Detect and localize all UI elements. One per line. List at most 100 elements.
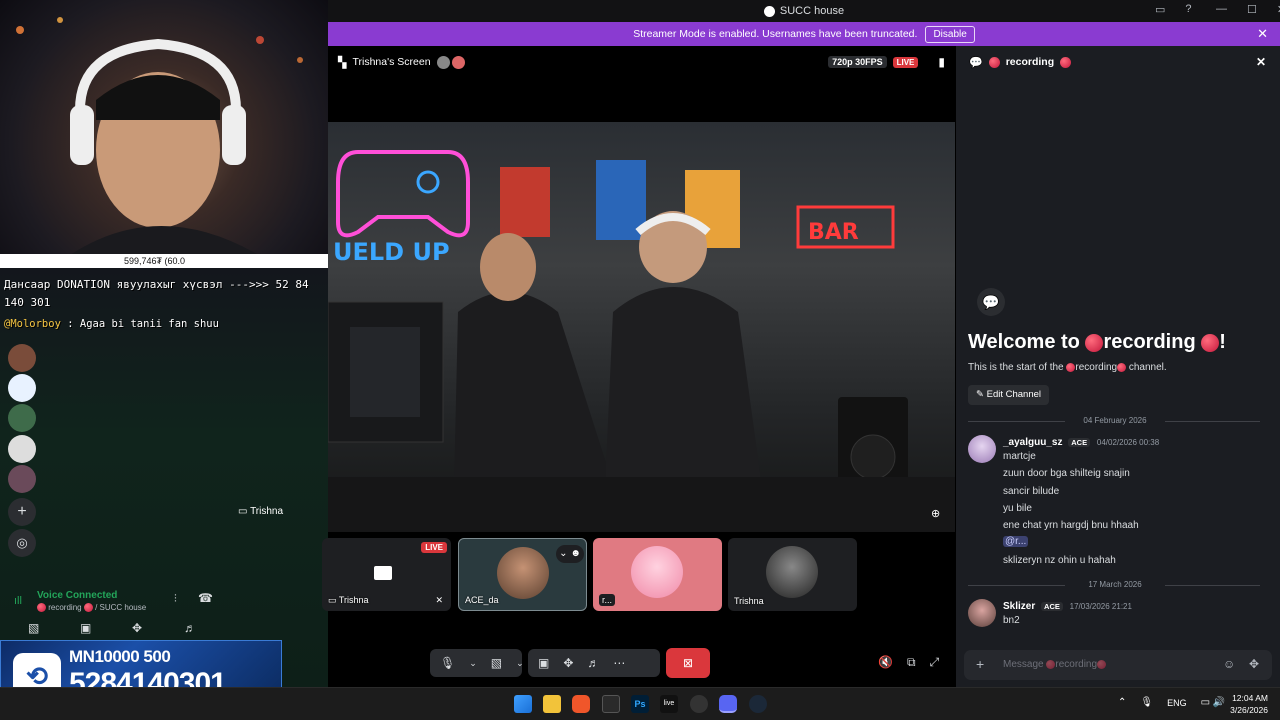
camera-off-icon[interactable]: ▧ [491, 656, 502, 670]
participant-tile-r[interactable]: r... [593, 538, 722, 611]
donation-top-text: MN10000 500 [69, 647, 171, 666]
add-server-icon[interactable]: + [8, 498, 36, 526]
network-volume-icon[interactable]: ▭ 🔊 [1201, 697, 1226, 708]
photoshop-icon[interactable]: Ps [631, 695, 649, 713]
tile-live-badge: LIVE [421, 542, 447, 553]
channel-dot-icon [1046, 659, 1056, 669]
user-avatar[interactable] [968, 599, 996, 627]
user-mention[interactable]: @r... [1003, 536, 1029, 547]
message-input[interactable]: Message recording [1003, 659, 1107, 670]
welcome-heading: Welcome to recording ! [968, 331, 1226, 354]
screen-share-icon[interactable]: ▣ [538, 656, 549, 670]
message-text: sklizeryn nz ohin u hahah [1003, 555, 1116, 566]
channel-dot-icon [988, 56, 1000, 68]
participant-avatar [497, 547, 549, 599]
activities-icon[interactable]: ✥ [563, 656, 573, 670]
welcome-suffix: ! [1219, 331, 1226, 353]
tile-options-icon[interactable]: ⌄ ☻ [556, 545, 584, 563]
participant-avatar [631, 546, 683, 598]
obs-icon[interactable] [690, 695, 708, 713]
tile-name: Trishna [734, 596, 764, 606]
windows-taskbar: Ps live ⌃ 🎙 ENG ▭ 🔊 12:04 AM 3/26/2026 [0, 687, 1280, 720]
noise-suppression-icon[interactable]: ⫶ [174, 593, 177, 606]
apps-icon[interactable]: ✥ [1249, 657, 1259, 671]
add-attachment-icon[interactable]: + [976, 656, 984, 672]
window-title: SUCC house [763, 5, 845, 17]
voice-status-text[interactable]: Voice Connected [37, 590, 117, 601]
discord-icon[interactable] [719, 695, 737, 713]
user-avatar[interactable] [968, 435, 996, 463]
message-text: ene chat yrn hargdj bnu hhaah [1003, 520, 1139, 531]
brave-browser-icon[interactable] [572, 695, 590, 713]
screen-share-tile-icon [374, 566, 392, 580]
start-icon[interactable] [514, 695, 532, 713]
participant-tile-screen[interactable]: LIVE ▭ Trishna ✕ [322, 538, 451, 611]
zoom-icon[interactable]: ⊕ [931, 507, 940, 520]
more-options-icon[interactable]: ⋯ [613, 656, 625, 670]
app-icon[interactable] [602, 695, 620, 713]
live-badge: LIVE [892, 56, 919, 68]
popout-icon[interactable]: ⧉ [907, 655, 916, 670]
voice-channel-line[interactable]: recording / SUCC house [37, 603, 146, 613]
message-text: sancir bilude [1003, 486, 1060, 497]
minimize-icon[interactable]: — [1216, 3, 1227, 16]
shared-screen-video[interactable]: UELD UP BAR ⊕ [328, 122, 955, 532]
soundboard-icon[interactable]: ♬ [184, 621, 196, 635]
message-author[interactable]: _ayalguu_sz [1003, 437, 1062, 448]
webcam-image [16, 17, 303, 262]
chat-bubble-icon: 💬 [977, 288, 1005, 316]
disconnect-icon[interactable]: ☎ [198, 591, 213, 605]
screen-share-icon[interactable]: ▣ [80, 621, 91, 635]
file-explorer-icon[interactable] [543, 695, 561, 713]
volume-mute-icon[interactable]: 🔇 [878, 655, 893, 670]
overlay-chat-user: @Molorboy [4, 318, 61, 330]
microphone-tray-icon[interactable]: 🎙 [1140, 697, 1153, 708]
participant-tile-ace[interactable]: ACE_da ⌄ ☻ [458, 538, 587, 611]
microphone-icon[interactable]: 🎙 [440, 656, 455, 670]
close-banner-icon[interactable]: ✕ [1257, 26, 1268, 42]
end-call-button[interactable]: ⊠ [666, 648, 710, 678]
close-chat-icon[interactable]: ✕ [1256, 55, 1266, 69]
participant-tile-trishna[interactable]: Trishna [728, 538, 857, 611]
activities-icon[interactable]: ✥ [132, 621, 142, 635]
alert-text: 599,746₮ (60.0 [124, 256, 186, 266]
channel-dot-icon [1085, 333, 1104, 352]
channel-dot-icon [1097, 659, 1107, 669]
bookmark-icon[interactable]: ▮ [938, 55, 945, 69]
tray-chevron-icon[interactable]: ⌃ [1118, 697, 1126, 708]
edit-channel-button[interactable]: ✎ Edit Channel [968, 385, 1050, 405]
steam-icon[interactable] [749, 695, 767, 713]
discover-icon[interactable]: ◎ [8, 529, 36, 557]
emoji-icon[interactable]: ☺ [1223, 657, 1235, 671]
live-app-icon[interactable]: live [660, 695, 678, 713]
clock[interactable]: 12:04 AM 3/26/2026 [1226, 693, 1268, 715]
chevron-down-icon[interactable]: ⌄ [469, 658, 477, 669]
message-author[interactable]: Sklizer [1003, 601, 1035, 612]
maximize-icon[interactable]: ☐ [1247, 3, 1257, 16]
camera-off-icon[interactable]: ▧ [28, 621, 39, 635]
server-icon-2[interactable] [8, 374, 36, 402]
welcome-prefix: Welcome to [968, 331, 1080, 353]
fullscreen-icon[interactable]: ⤢ [930, 655, 940, 670]
server-icon-5[interactable] [8, 465, 36, 493]
window-title-text: SUCC house [779, 5, 845, 17]
chevron-down-icon[interactable]: ⌄ [516, 658, 524, 669]
message-text: bn2 [1003, 615, 1020, 626]
language-indicator[interactable]: ENG [1167, 698, 1187, 708]
inbox-icon[interactable]: ▭ [1155, 3, 1165, 16]
overlay-chat-line: @Molorboy : Agaa bi tanii fan shuu [4, 318, 219, 330]
message-text: zuun door bga shilteig snajin [1003, 468, 1130, 479]
soundboard-icon[interactable]: ♬ [587, 656, 599, 670]
donation-ticker-line2: 140 301 [4, 296, 51, 309]
participant-avatar [766, 546, 818, 598]
server-icon-4[interactable] [8, 435, 36, 463]
server-icon-3[interactable] [8, 404, 36, 432]
sharer-name: Trishna [250, 506, 284, 517]
activity-controls: ▣ ✥ ♬ ⋯ [528, 649, 660, 677]
disable-streamer-mode-button[interactable]: Disable [925, 25, 975, 43]
system-tray: ⌃ 🎙 ENG ▭ 🔊 [1118, 697, 1225, 708]
help-icon[interactable]: ? [1185, 3, 1191, 16]
signal-icon[interactable]: ıll [14, 595, 22, 607]
channel-dot-icon [1201, 333, 1220, 352]
server-icon-1[interactable] [8, 344, 36, 372]
